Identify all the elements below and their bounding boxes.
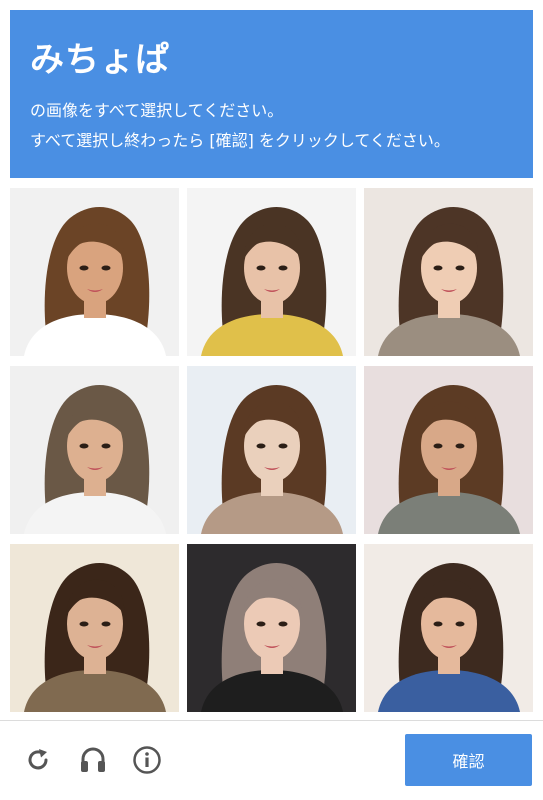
tile-photo <box>364 544 533 712</box>
grid-tile-5[interactable] <box>187 366 356 534</box>
audio-challenge-button[interactable] <box>76 743 110 777</box>
tile-photo <box>364 188 533 356</box>
tile-photo <box>364 366 533 534</box>
grid-tile-1[interactable] <box>10 188 179 356</box>
grid-tile-8[interactable] <box>187 544 356 712</box>
verify-button[interactable]: 確認 <box>405 734 532 786</box>
reload-button[interactable] <box>21 743 55 777</box>
info-button[interactable] <box>130 743 164 777</box>
grid-tile-6[interactable] <box>364 366 533 534</box>
captcha-footer: 確認 <box>0 721 543 800</box>
tile-photo <box>10 544 179 712</box>
target-name: みちょぱ <box>30 40 170 80</box>
tile-photo <box>187 188 356 356</box>
grid-tile-2[interactable] <box>187 188 356 356</box>
instruction-line-2: すべて選択し終わったら [確認] をクリックしてください。 <box>30 131 450 150</box>
tile-photo <box>10 366 179 534</box>
tile-photo <box>187 366 356 534</box>
grid-tile-7[interactable] <box>10 544 179 712</box>
reload-icon <box>28 749 48 770</box>
headphones-icon <box>81 747 105 772</box>
instructions: の画像をすべて選択してください。 すべて選択し終わったら [確認] をクリックし… <box>30 96 533 156</box>
image-grid <box>10 188 533 712</box>
instruction-line-1: の画像をすべて選択してください。 <box>30 101 284 120</box>
grid-tile-3[interactable] <box>364 188 533 356</box>
captcha-header: みちょぱ の画像をすべて選択してください。 すべて選択し終わったら [確認] を… <box>10 10 533 178</box>
captcha-widget: みちょぱ の画像をすべて選択してください。 すべて選択し終わったら [確認] を… <box>0 0 543 800</box>
tile-photo <box>10 188 179 356</box>
info-icon <box>133 746 161 774</box>
grid-tile-4[interactable] <box>10 366 179 534</box>
grid-tile-9[interactable] <box>364 544 533 712</box>
tile-photo <box>187 544 356 712</box>
